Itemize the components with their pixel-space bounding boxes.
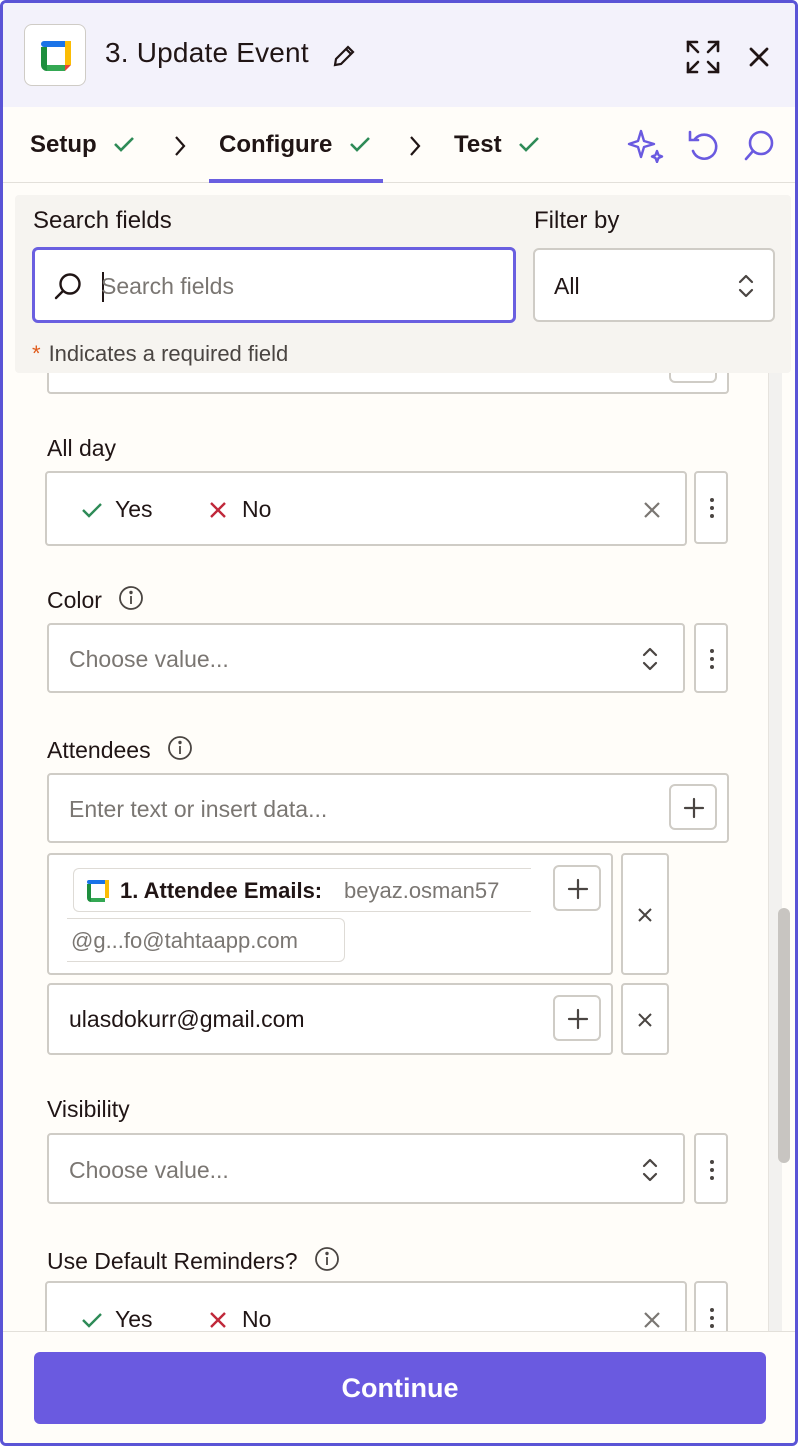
all-day-more-button[interactable] [694, 471, 728, 544]
tab-setup-label: Setup [30, 131, 97, 158]
panel-header: 3. Update Event [3, 3, 795, 107]
tab-configure-label: Configure [219, 131, 333, 158]
reminders-toggle: Yes No [45, 1281, 687, 1331]
color-label-text: Color [47, 587, 102, 613]
attendee-item-value: ulasdokurr@gmail.com [69, 1006, 305, 1032]
remove-mapped-item-button[interactable] [621, 853, 669, 975]
fields-scroll-area: All day Yes No Color Choose value... Att… [3, 373, 795, 1331]
attendee-item-add-button[interactable] [553, 995, 601, 1041]
color-placeholder: Choose value... [69, 646, 229, 672]
search-fields-label: Search fields [33, 207, 172, 234]
step-tabs: Setup Configure Test [3, 107, 795, 183]
clear-icon[interactable] [643, 501, 661, 519]
close-icon [638, 1013, 652, 1027]
chevron-right-icon [410, 136, 421, 156]
info-icon[interactable] [167, 735, 193, 761]
attendees-label-text: Attendees [47, 737, 151, 763]
search-icon [54, 273, 81, 300]
google-calendar-icon [87, 880, 109, 902]
checkmark-icon [518, 132, 540, 160]
expand-icon[interactable] [685, 39, 721, 80]
checkmark-icon [82, 1313, 102, 1328]
all-day-no[interactable]: No [242, 496, 271, 523]
field-search-bar: Search fields Filter by All * Indicates a… [15, 195, 791, 373]
visibility-select[interactable]: Choose value... [47, 1133, 685, 1204]
required-note-text: Indicates a required field [48, 341, 289, 366]
filter-select-value: All [554, 273, 580, 299]
mapped-field-pill[interactable]: 1. Attendee Emails: beyaz.osman57 [73, 868, 531, 912]
close-icon[interactable] [747, 45, 771, 74]
attendee-item[interactable]: ulasdokurr@gmail.com [47, 983, 613, 1055]
previous-field-add-button[interactable] [669, 373, 717, 383]
remove-attendee-item-button[interactable] [621, 983, 669, 1055]
google-calendar-icon [24, 24, 86, 86]
plus-icon [567, 1008, 589, 1030]
tab-configure[interactable]: Configure [219, 131, 371, 160]
reminders-yes[interactable]: Yes [115, 1306, 153, 1331]
panel-footer: Continue [3, 1331, 795, 1443]
cross-icon [210, 502, 226, 518]
checkmark-icon [113, 132, 135, 160]
mapped-field-value-continued: @g...fo@tahtaapp.com [71, 928, 298, 953]
select-arrows-icon [642, 647, 658, 671]
select-arrows-icon [738, 274, 754, 298]
search-fields-input[interactable] [101, 268, 491, 304]
close-icon [638, 908, 652, 922]
tab-setup[interactable]: Setup [30, 131, 135, 160]
color-label: Color [47, 585, 144, 614]
required-star: * [32, 341, 41, 366]
color-more-button[interactable] [694, 623, 728, 693]
reminders-no[interactable]: No [242, 1306, 271, 1331]
clear-icon[interactable] [643, 1311, 661, 1329]
search-icon[interactable] [743, 129, 775, 163]
attendee-item-mapped[interactable]: 1. Attendee Emails: beyaz.osman57 @g...f… [47, 853, 613, 975]
visibility-label: Visibility [47, 1096, 130, 1122]
active-tab-indicator [209, 179, 383, 183]
cross-icon [210, 1312, 226, 1328]
search-fields-input-wrapper[interactable] [32, 247, 516, 323]
mapped-field-value: beyaz.osman57 [344, 878, 500, 903]
tab-test[interactable]: Test [454, 131, 540, 160]
reminders-more-button[interactable] [694, 1281, 728, 1331]
undo-icon[interactable] [687, 129, 719, 163]
chevron-right-icon [175, 136, 186, 156]
info-icon[interactable] [118, 585, 144, 611]
sparkle-icon[interactable] [627, 127, 665, 163]
plus-icon [683, 797, 705, 819]
visibility-placeholder: Choose value... [69, 1157, 229, 1183]
pencil-icon[interactable] [331, 43, 357, 74]
continue-button[interactable]: Continue [34, 1352, 766, 1424]
checkmark-icon [82, 503, 102, 518]
filter-by-label: Filter by [534, 207, 620, 234]
all-day-toggle: Yes No [45, 471, 687, 546]
attendees-label: Attendees [47, 735, 193, 764]
mapped-item-add-button[interactable] [553, 865, 601, 911]
reminders-label: Use Default Reminders? [47, 1246, 340, 1275]
mapped-field-pill-continued[interactable]: @g...fo@tahtaapp.com [67, 918, 345, 962]
previous-field-input[interactable] [47, 373, 729, 394]
all-day-label: All day [47, 435, 117, 461]
select-arrows-icon [642, 1158, 658, 1182]
required-field-note: * Indicates a required field [32, 341, 288, 367]
all-day-yes[interactable]: Yes [115, 496, 153, 523]
attendees-placeholder: Enter text or insert data... [69, 796, 328, 822]
checkmark-icon [349, 132, 371, 160]
visibility-more-button[interactable] [694, 1133, 728, 1204]
filter-select[interactable]: All [533, 248, 775, 322]
color-select[interactable]: Choose value... [47, 623, 685, 693]
zap-step-panel: 3. Update Event Setup Configure Test Sea… [0, 0, 798, 1446]
tab-test-label: Test [454, 131, 502, 158]
plus-icon [567, 878, 589, 900]
attendees-add-button[interactable] [669, 784, 717, 830]
attendees-input[interactable]: Enter text or insert data... [47, 773, 729, 843]
info-icon[interactable] [314, 1246, 340, 1272]
reminders-label-text: Use Default Reminders? [47, 1248, 298, 1274]
mapped-field-name: 1. Attendee Emails: [120, 878, 323, 903]
step-title: 3. Update Event [105, 37, 309, 68]
